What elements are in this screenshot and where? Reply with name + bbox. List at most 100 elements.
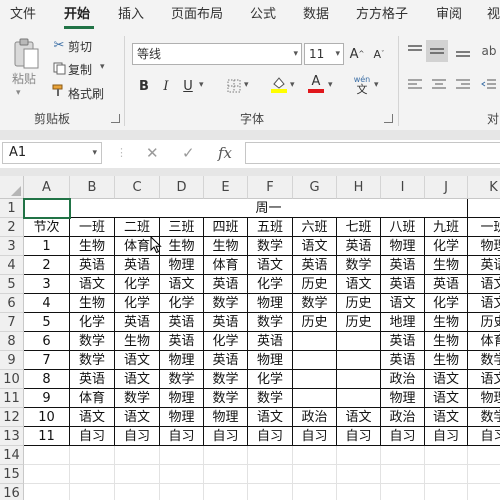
table-cell[interactable]: 物理 — [468, 237, 500, 256]
cell[interactable] — [293, 465, 337, 484]
font-dialog-launcher-icon[interactable] — [384, 114, 393, 123]
table-cell[interactable]: 9 — [24, 389, 70, 408]
tab-insert[interactable]: 插入 — [118, 0, 144, 30]
fill-color-dropdown-icon[interactable]: ▾ — [290, 80, 295, 90]
decrease-indent-icon[interactable] — [480, 76, 498, 94]
table-cell[interactable] — [337, 351, 381, 370]
cell[interactable] — [160, 446, 204, 465]
table-cell[interactable]: 体育 — [468, 332, 500, 351]
table-cell[interactable]: 3 — [24, 275, 70, 294]
table-cell[interactable]: 生物 — [425, 256, 468, 275]
underline-dropdown-icon[interactable]: ▾ — [199, 80, 204, 90]
row-header[interactable]: 14 — [0, 446, 24, 465]
table-cell[interactable]: 生物 — [115, 332, 160, 351]
table-cell[interactable]: 语文 — [115, 351, 160, 370]
table-cell[interactable]: 数学 — [115, 389, 160, 408]
table-cell[interactable]: 语文 — [337, 275, 381, 294]
cell[interactable] — [425, 484, 468, 500]
cell[interactable] — [381, 484, 425, 500]
table-cell[interactable]: 物理 — [468, 389, 500, 408]
table-cell[interactable]: 语文 — [468, 275, 500, 294]
table-cell[interactable] — [337, 332, 381, 351]
table-cell[interactable]: 语文 — [70, 275, 115, 294]
table-header-cell[interactable]: 二班 — [115, 218, 160, 237]
table-cell[interactable]: 数学 — [204, 294, 248, 313]
cell[interactable] — [337, 484, 381, 500]
cell[interactable] — [468, 446, 500, 465]
row-header[interactable]: 11 — [0, 389, 24, 408]
table-cell[interactable]: 数学 — [468, 351, 500, 370]
table-cell[interactable]: 语文 — [70, 408, 115, 427]
table-cell[interactable]: 语文 — [425, 370, 468, 389]
table-cell[interactable]: 数学 — [293, 294, 337, 313]
table-cell[interactable]: 英语 — [248, 332, 293, 351]
orientation-icon[interactable]: ab — [480, 40, 498, 62]
column-header[interactable]: H — [337, 176, 381, 199]
cell[interactable] — [248, 484, 293, 500]
table-cell[interactable]: 语文 — [115, 370, 160, 389]
table-cell[interactable]: 2 — [24, 256, 70, 275]
table-cell[interactable]: 物理 — [160, 256, 204, 275]
bold-button[interactable]: B — [136, 76, 152, 96]
column-header[interactable]: J — [425, 176, 468, 199]
row-header[interactable]: 3 — [0, 237, 24, 256]
table-cell[interactable]: 语文 — [468, 370, 500, 389]
cell[interactable] — [293, 484, 337, 500]
table-header-cell[interactable]: 五班 — [248, 218, 293, 237]
table-cell[interactable] — [293, 351, 337, 370]
table-cell[interactable]: 8 — [24, 370, 70, 389]
table-cell[interactable]: 11 — [24, 427, 70, 446]
paste-button[interactable]: 粘贴 — [12, 70, 36, 87]
cell[interactable] — [24, 465, 70, 484]
row-header[interactable]: 12 — [0, 408, 24, 427]
cell[interactable] — [425, 446, 468, 465]
table-cell[interactable]: 化学 — [70, 313, 115, 332]
table-cell[interactable]: 物理 — [248, 294, 293, 313]
table-cell[interactable]: 物理 — [160, 389, 204, 408]
clipboard-dialog-launcher-icon[interactable] — [111, 114, 120, 123]
spreadsheet-grid[interactable]: A B C D E F G H I J K 1 2 3 4 5 6 7 8 9 10 11 12 13 14 15 16 周一 节次 一班… — [0, 176, 500, 500]
table-cell[interactable]: 英语 — [381, 332, 425, 351]
table-cell[interactable]: 6 — [24, 332, 70, 351]
table-cell[interactable]: 政治 — [293, 408, 337, 427]
font-size-combo[interactable]: 11 ▾ — [304, 43, 344, 65]
cell[interactable] — [425, 465, 468, 484]
borders-icon[interactable] — [226, 76, 242, 96]
fill-color-icon[interactable] — [270, 74, 288, 94]
table-cell[interactable]: 生物 — [425, 351, 468, 370]
table-cell[interactable]: 化学 — [248, 370, 293, 389]
table-cell[interactable]: 数学 — [248, 389, 293, 408]
increase-font-size-icon[interactable]: A ^ — [348, 44, 366, 64]
cell[interactable] — [381, 465, 425, 484]
table-cell[interactable]: 英语 — [204, 275, 248, 294]
table-cell[interactable]: 数学 — [337, 256, 381, 275]
tab-data[interactable]: 数据 — [303, 0, 329, 30]
table-cell[interactable]: 英语 — [115, 313, 160, 332]
table-cell[interactable]: 生物 — [425, 332, 468, 351]
cut-button[interactable]: 剪切 — [68, 38, 92, 55]
align-top-icon[interactable] — [406, 42, 424, 60]
table-cell[interactable]: 英语 — [293, 256, 337, 275]
table-cell[interactable]: 体育 — [204, 256, 248, 275]
cell[interactable] — [24, 484, 70, 500]
italic-button[interactable]: I — [158, 76, 174, 96]
table-cell[interactable]: 语文 — [248, 256, 293, 275]
table-cell[interactable]: 自习 — [381, 427, 425, 446]
table-cell[interactable]: 英语 — [204, 313, 248, 332]
table-cell[interactable]: 英语 — [381, 256, 425, 275]
table-header-cell[interactable]: 三班 — [160, 218, 204, 237]
table-cell[interactable]: 生物 — [204, 237, 248, 256]
table-cell[interactable]: 物理 — [204, 408, 248, 427]
table-cell[interactable]: 数学 — [70, 332, 115, 351]
cell[interactable] — [337, 465, 381, 484]
underline-button[interactable]: U — [180, 76, 196, 96]
table-cell[interactable]: 自习 — [425, 427, 468, 446]
cell[interactable] — [24, 199, 70, 218]
table-cell[interactable]: 数学 — [204, 370, 248, 389]
table-cell[interactable]: 历史 — [337, 313, 381, 332]
table-cell[interactable]: 数学 — [204, 389, 248, 408]
column-header[interactable]: C — [115, 176, 160, 199]
row-header[interactable]: 5 — [0, 275, 24, 294]
table-cell[interactable]: 自习 — [204, 427, 248, 446]
table-cell[interactable]: 化学 — [248, 275, 293, 294]
